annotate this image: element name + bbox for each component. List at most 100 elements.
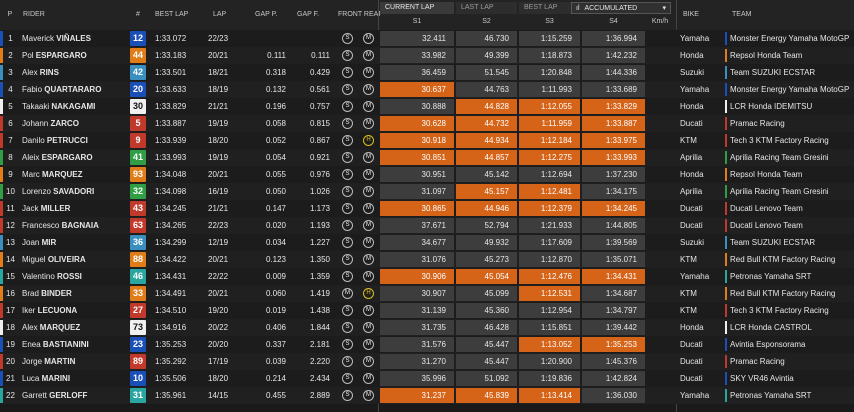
best-lap: 1:33.501 (155, 68, 187, 77)
rider-first-name: Danilo (22, 136, 45, 145)
sector-3-time: 1:12.481 (519, 184, 580, 199)
sector-3-time: 1:12.531 (519, 286, 580, 301)
table-row[interactable]: 21 Luca MARINI 10 1:35.506 18/20 0.214 2… (0, 370, 854, 387)
tab-current-lap[interactable]: CURRENT LAP (380, 2, 454, 14)
sector-1-time: 30.918 (380, 133, 454, 148)
table-row[interactable]: 7 Danilo PETRUCCI 9 1:33.939 18/20 0.052… (0, 132, 854, 149)
table-row[interactable]: 20 Jorge MARTIN 89 1:35.292 17/19 0.039 … (0, 353, 854, 370)
table-row[interactable]: 13 Joan MIR 36 1:34.299 12/19 0.034 1.22… (0, 234, 854, 251)
team-color-bar (725, 202, 727, 215)
table-row[interactable]: 17 Iker LECUONA 27 1:34.510 19/20 0.019 … (0, 302, 854, 319)
tab-last-lap[interactable]: LAST LAP (456, 2, 517, 14)
sector-4-time: 1:34.687 (582, 286, 645, 301)
table-row[interactable]: 11 Jack MILLER 43 1:34.245 21/21 0.147 1… (0, 200, 854, 217)
rider-first-name: Marc (22, 170, 40, 179)
gap-previous: 0.196 (265, 102, 286, 111)
sector-1-time: 31.237 (380, 388, 454, 403)
table-row[interactable]: 9 Marc MARQUEZ 93 1:34.048 20/21 0.055 0… (0, 166, 854, 183)
table-row[interactable]: 14 Miguel OLIVEIRA 88 1:34.422 20/21 0.1… (0, 251, 854, 268)
lap-count: 22/23 (208, 34, 229, 43)
rider-number-badge: 42 (130, 65, 146, 80)
rider-name: Luca MARINI (22, 370, 127, 387)
bike-manufacturer: Suzuki (680, 68, 705, 77)
best-lap: 1:35.253 (155, 340, 187, 349)
bike-manufacturer: Ducati (680, 119, 703, 128)
position: 5 (8, 102, 13, 111)
gap-previous: 0.054 (265, 153, 286, 162)
table-row[interactable]: 6 Johann ZARCO 5 1:33.887 19/19 0.058 0.… (0, 115, 854, 132)
table-row[interactable]: 5 Takaaki NAKAGAMI 30 1:33.829 21/21 0.1… (0, 98, 854, 115)
gap-previous: 0.019 (265, 306, 286, 315)
sector-3-time: 1:20.848 (519, 65, 580, 80)
rider-name: Lorenzo SAVADORI (22, 183, 127, 200)
bike-manufacturer: Ducati (680, 374, 703, 383)
table-row[interactable]: 8 Aleix ESPARGARO 41 1:33.993 19/19 0.05… (0, 149, 854, 166)
rear-tyre-icon: M (363, 203, 374, 214)
rider-number-badge: 33 (130, 286, 146, 301)
sector-4-time: 1:44.805 (582, 218, 645, 233)
team-color-bar (725, 253, 727, 266)
sector-1-time: 30.907 (380, 286, 454, 301)
sector-4-label: S4 (609, 18, 618, 25)
table-row[interactable]: 19 Enea BASTIANINI 23 1:35.253 20/20 0.3… (0, 336, 854, 353)
rider-last-name: MILLER (40, 204, 71, 213)
rear-tyre-icon: M (363, 237, 374, 248)
team-color-bar (725, 372, 727, 385)
bike-manufacturer: Ducati (680, 221, 703, 230)
position: 4 (8, 85, 13, 94)
accumulated-dropdown[interactable]: ıl ACCUMULATED ▾ (571, 2, 671, 14)
lap-count: 18/21 (208, 68, 229, 77)
sector-4-time: 1:34.175 (582, 184, 645, 199)
table-row[interactable]: 1 Maverick VIÑALES 12 1:33.072 22/23 S M… (0, 30, 854, 47)
table-row[interactable]: 3 Alex RINS 42 1:33.501 18/21 0.318 0.42… (0, 64, 854, 81)
table-row[interactable]: 15 Valentino ROSSI 46 1:34.431 22/22 0.0… (0, 268, 854, 285)
rider-name: Enea BASTIANINI (22, 336, 127, 353)
sector-4-time: 1:44.336 (582, 65, 645, 80)
rear-tyre-icon: M (363, 373, 374, 384)
front-tyre-icon: S (342, 390, 353, 401)
best-lap: 1:33.633 (155, 85, 187, 94)
table-row[interactable]: 2 Pol ESPARGARO 44 1:33.183 20/21 0.111 … (0, 47, 854, 64)
front-tyre-icon: S (342, 33, 353, 44)
front-tyre-icon: S (342, 118, 353, 129)
gap-first: 1.359 (309, 272, 330, 281)
speed-label: Km/h (651, 18, 669, 25)
team-name: Ducati Lenovo Team (730, 221, 803, 230)
table-header: P RIDER # BEST LAP LAP GAP P. GAP F. FRO… (0, 0, 854, 30)
team-color-bar (725, 287, 727, 300)
table-row[interactable]: 12 Francesco BAGNAIA 63 1:34.265 22/23 0… (0, 217, 854, 234)
table-row[interactable]: 4 Fabio QUARTARARO 20 1:33.633 18/19 0.1… (0, 81, 854, 98)
rear-tyre-icon: M (363, 101, 374, 112)
gap-previous: 0.406 (265, 323, 286, 332)
front-tyre-icon: S (342, 186, 353, 197)
rider-last-name: ZARCO (50, 119, 79, 128)
rear-tyre-icon: M (363, 50, 374, 61)
front-tyre-icon: S (342, 84, 353, 95)
rear-tyre-icon: M (363, 390, 374, 401)
front-tyre-icon: S (342, 169, 353, 180)
rider-last-name: ROSSI (57, 272, 82, 281)
sector-3-label: S3 (545, 18, 554, 25)
sector-4-time: 1:37.230 (582, 167, 645, 182)
bike-manufacturer: Ducati (680, 340, 703, 349)
gap-previous: 0.020 (265, 221, 286, 230)
sector-4-time: 1:39.569 (582, 235, 645, 250)
sector-1-time: 30.888 (380, 99, 454, 114)
rider-first-name: Lorenzo (22, 187, 51, 196)
table-row[interactable]: 18 Alex MARQUEZ 73 1:34.916 20/22 0.406 … (0, 319, 854, 336)
rear-tyre-icon: M (363, 305, 374, 316)
rider-number-badge: 73 (130, 320, 146, 335)
sector-2-time: 46.730 (456, 31, 517, 46)
best-lap: 1:33.183 (155, 51, 187, 60)
rider-first-name: Brad (22, 289, 39, 298)
rider-first-name: Iker (22, 306, 36, 315)
lap-count: 22/23 (208, 221, 229, 230)
gap-first: 1.438 (309, 306, 330, 315)
position: 17 (6, 306, 15, 315)
table-row[interactable]: 16 Brad BINDER 33 1:34.491 20/21 0.060 1… (0, 285, 854, 302)
team-name: Repsol Honda Team (730, 51, 803, 60)
rider-last-name: QUARTARARO (44, 85, 102, 94)
table-row[interactable]: 10 Lorenzo SAVADORI 32 1:34.098 16/19 0.… (0, 183, 854, 200)
table-row[interactable]: 22 Garrett GERLOFF 31 1:35.961 14/15 0.4… (0, 387, 854, 404)
rider-last-name: OLIVEIRA (47, 255, 86, 264)
